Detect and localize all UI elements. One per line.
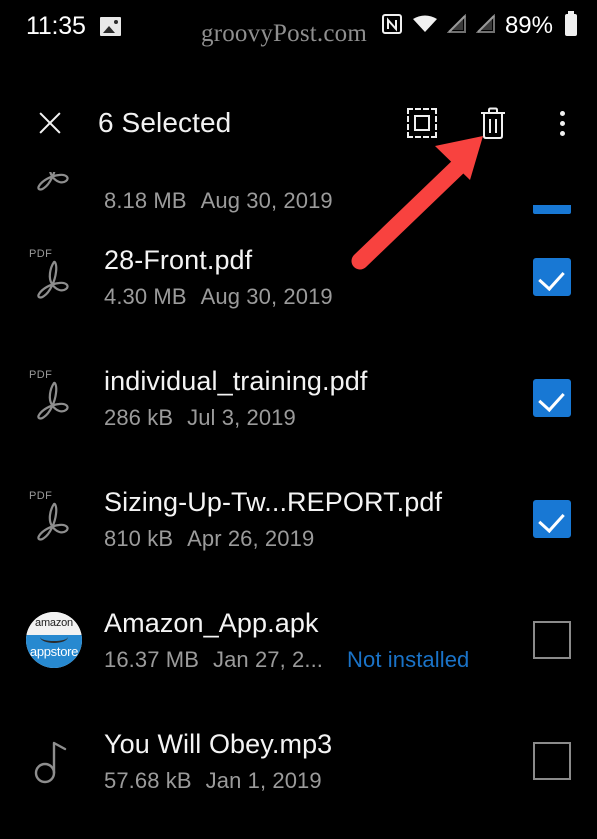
file-name: individual_training.pdf bbox=[104, 366, 368, 397]
file-date: Apr 26, 2019 bbox=[187, 525, 315, 551]
table-row[interactable]: You Will Obey.mp3 57.68 kB Jan 1, 2019 bbox=[0, 700, 597, 821]
amazon-icon-top-label: amazon bbox=[35, 616, 73, 629]
install-status-badge: Not installed bbox=[347, 646, 470, 672]
pdf-icon bbox=[18, 156, 90, 214]
file-meta: 57.68 kB Jan 1, 2019 bbox=[104, 768, 531, 794]
file-name: 28-Front.pdf bbox=[104, 245, 253, 276]
nfc-icon bbox=[381, 13, 403, 40]
file-list[interactable]: 8.18 MB Aug 30, 2019 PDF 28-Front.pdf 4.… bbox=[0, 156, 597, 839]
overflow-dot-2 bbox=[559, 120, 565, 126]
amazon-smile-icon bbox=[40, 631, 68, 643]
file-size: 8.18 MB bbox=[104, 188, 187, 213]
table-row[interactable]: 8.18 MB Aug 30, 2019 bbox=[0, 156, 597, 216]
file-size: 810 kB bbox=[104, 525, 174, 551]
signal-no-sim-icon-2 bbox=[475, 13, 496, 39]
pdf-icon: PDF bbox=[18, 337, 90, 458]
photo-icon bbox=[99, 16, 121, 36]
file-date: Jan 1, 2019 bbox=[205, 767, 322, 793]
file-info: 28-Front.pdf 4.30 MB Aug 30, 2019 bbox=[90, 243, 531, 309]
file-checkbox-checked[interactable] bbox=[533, 257, 571, 296]
file-info: You Will Obey.mp3 57.68 kB Jan 1, 2019 bbox=[90, 727, 531, 793]
file-meta: 16.37 MB Jan 27, 2... Not installed bbox=[104, 647, 531, 673]
pdf-icon: PDF bbox=[18, 458, 90, 579]
file-checkbox-checked[interactable] bbox=[533, 205, 571, 214]
table-row[interactable]: PDF individual_training.pdf 286 kB Jul 3… bbox=[0, 337, 597, 458]
amazon-icon-bottom-label: appstore bbox=[29, 643, 79, 659]
file-info: Sizing-Up-Tw...REPORT.pdf 810 kB Apr 26,… bbox=[90, 485, 531, 551]
overflow-dot-1 bbox=[559, 110, 565, 116]
table-row[interactable]: PDF Sizing-Up-Tw...REPORT.pdf 810 kB Apr… bbox=[0, 458, 597, 579]
file-name: You Will Obey.mp3 bbox=[104, 729, 333, 760]
file-date: Jul 3, 2019 bbox=[187, 404, 296, 430]
file-meta: 4.30 MB Aug 30, 2019 bbox=[104, 284, 531, 310]
music-icon bbox=[18, 700, 90, 821]
file-info: individual_training.pdf 286 kB Jul 3, 20… bbox=[90, 364, 531, 430]
table-row[interactable]: PDF 28-Front.pdf 4.30 MB Aug 30, 2019 bbox=[0, 216, 597, 337]
battery-percent-label: 89% bbox=[504, 12, 553, 39]
file-size: 16.37 MB bbox=[104, 646, 199, 672]
file-checkbox-unchecked[interactable] bbox=[533, 741, 571, 780]
status-bar-clock: 11:35 bbox=[26, 11, 86, 40]
status-bar-notification-icons bbox=[99, 16, 121, 36]
file-checkbox-checked[interactable] bbox=[533, 499, 571, 538]
select-all-icon[interactable] bbox=[407, 108, 437, 138]
file-checkbox-container[interactable] bbox=[531, 741, 573, 780]
more-options-icon[interactable] bbox=[549, 106, 575, 140]
file-date: Aug 30, 2019 bbox=[200, 188, 333, 213]
pdf-icon-label: PDF bbox=[29, 489, 53, 502]
file-info: 8.18 MB Aug 30, 2019 bbox=[90, 182, 531, 214]
file-info: Amazon_App.apk 16.37 MB Jan 27, 2... Not… bbox=[90, 606, 531, 672]
file-date: Aug 30, 2019 bbox=[200, 283, 333, 309]
file-checkbox-unchecked[interactable] bbox=[533, 620, 571, 659]
file-date: Jan 27, 2... bbox=[212, 646, 324, 672]
file-meta: 286 kB Jul 3, 2019 bbox=[104, 405, 531, 431]
selection-action-bar: 6 Selected bbox=[0, 90, 597, 156]
overflow-dot-3 bbox=[559, 130, 565, 136]
file-checkbox-checked[interactable] bbox=[533, 378, 571, 417]
action-bar-actions bbox=[407, 106, 575, 140]
file-name: Sizing-Up-Tw...REPORT.pdf bbox=[104, 487, 443, 518]
watermark: groovyPost.com bbox=[201, 20, 367, 47]
file-checkbox-container[interactable] bbox=[531, 257, 573, 296]
file-checkbox-container[interactable] bbox=[531, 205, 573, 214]
delete-icon[interactable] bbox=[477, 106, 509, 140]
file-name: Amazon_App.apk bbox=[104, 608, 319, 639]
pdf-icon-label: PDF bbox=[29, 368, 53, 381]
file-size: 4.30 MB bbox=[104, 283, 187, 309]
status-bar-system-icons: 89% bbox=[381, 10, 579, 42]
signal-no-sim-icon bbox=[446, 13, 467, 39]
pdf-icon-label: PDF bbox=[29, 247, 53, 260]
file-checkbox-container[interactable] bbox=[531, 499, 573, 538]
file-meta: 8.18 MB Aug 30, 2019 bbox=[104, 188, 531, 214]
wifi-icon bbox=[412, 14, 438, 39]
amazon-appstore-icon: amazon appstore bbox=[18, 579, 90, 700]
file-checkbox-container[interactable] bbox=[531, 378, 573, 417]
file-checkbox-container[interactable] bbox=[531, 620, 573, 659]
file-size: 286 kB bbox=[104, 404, 174, 430]
file-meta: 810 kB Apr 26, 2019 bbox=[104, 526, 531, 552]
close-icon[interactable] bbox=[30, 103, 70, 143]
battery-icon bbox=[563, 10, 579, 42]
file-size: 57.68 kB bbox=[104, 767, 192, 793]
pdf-icon: PDF bbox=[18, 216, 90, 337]
selection-count-title: 6 Selected bbox=[98, 107, 232, 138]
table-row[interactable]: amazon appstore Amazon_App.apk 16.37 MB … bbox=[0, 579, 597, 700]
